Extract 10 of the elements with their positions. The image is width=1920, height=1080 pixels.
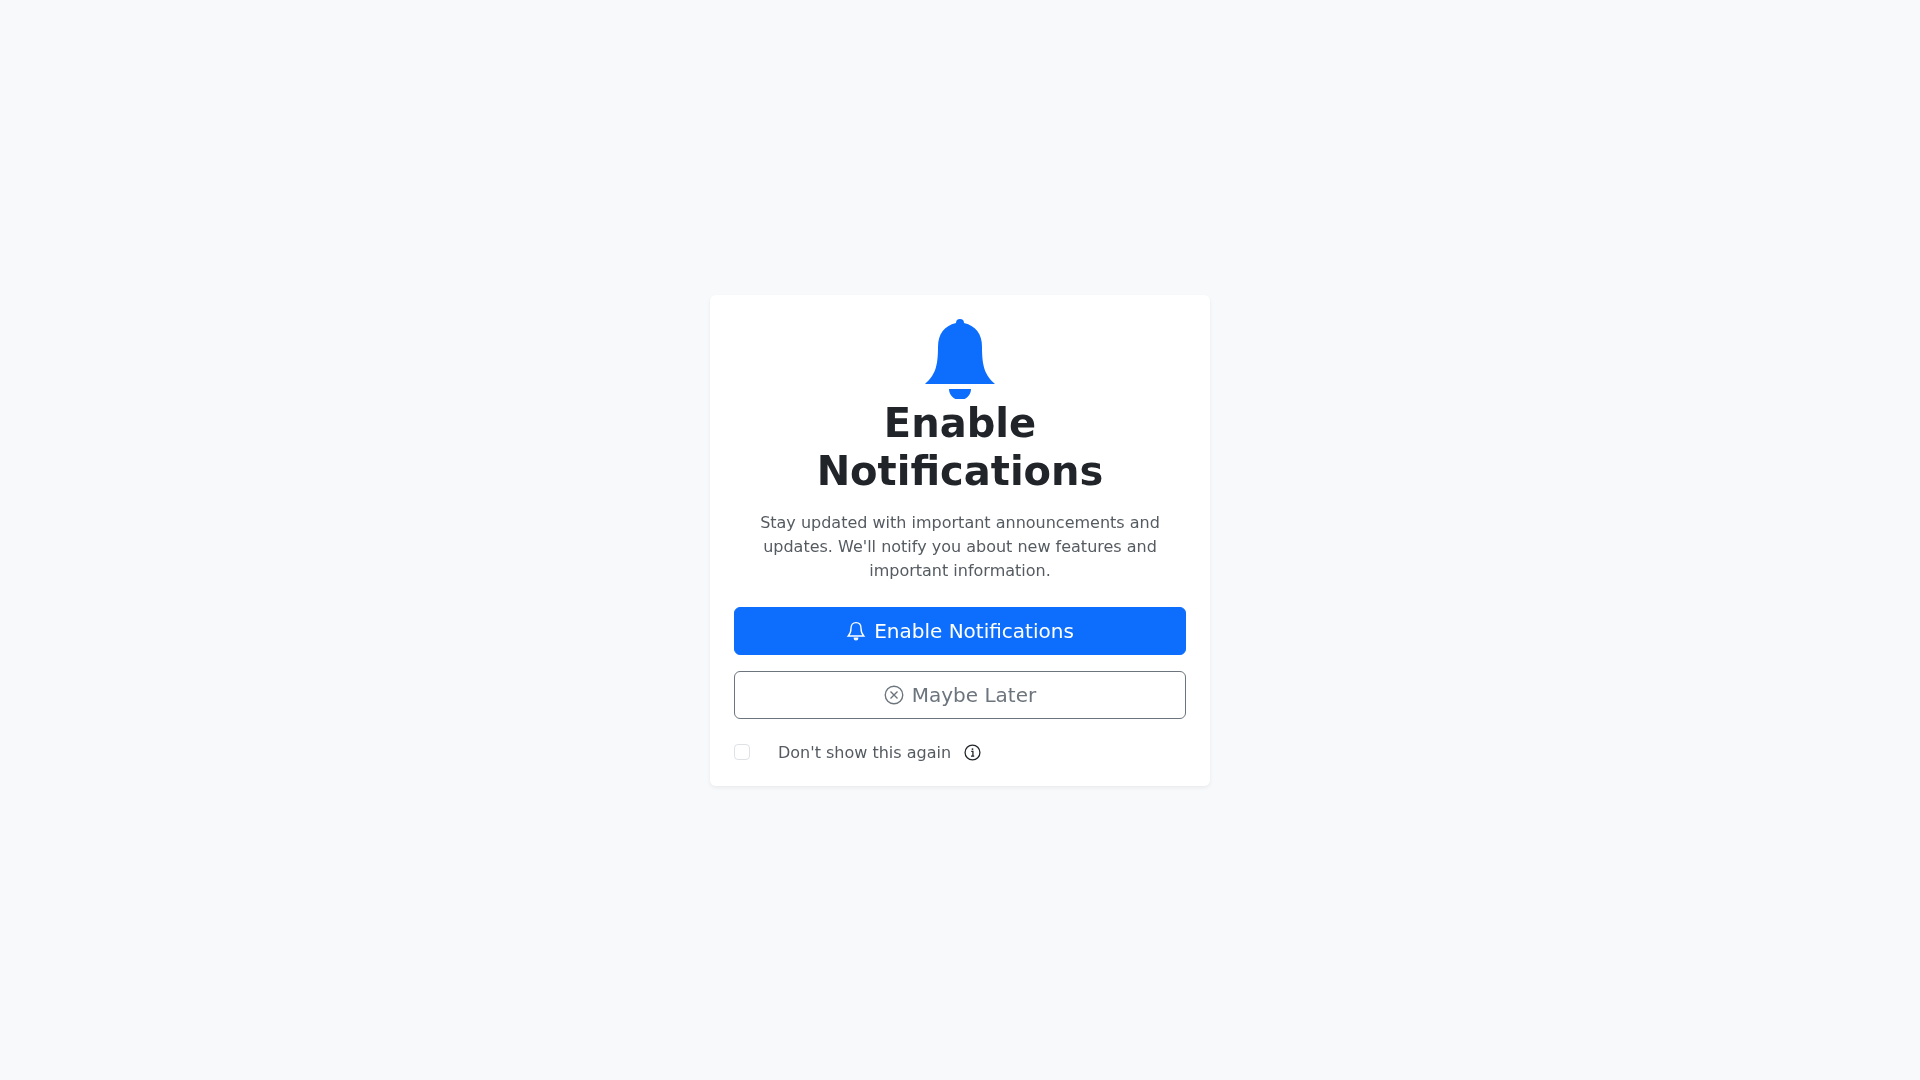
enable-button[interactable]: Enable Notifications [734, 606, 1186, 655]
close-icon [883, 684, 904, 705]
bell-icon [925, 318, 995, 399]
info-icon[interactable] [964, 743, 982, 761]
later-button[interactable]: Maybe Later [734, 670, 1186, 719]
checkbox-label: Don't show this again [778, 742, 952, 762]
bell-icon [846, 620, 867, 641]
checkbox[interactable] [734, 744, 750, 760]
dialog-description: Stay updated with important announcements and updates. We'll notify you about new features and important information. [759, 511, 1161, 582]
dialog-title: Enable Notifications [815, 398, 1105, 495]
